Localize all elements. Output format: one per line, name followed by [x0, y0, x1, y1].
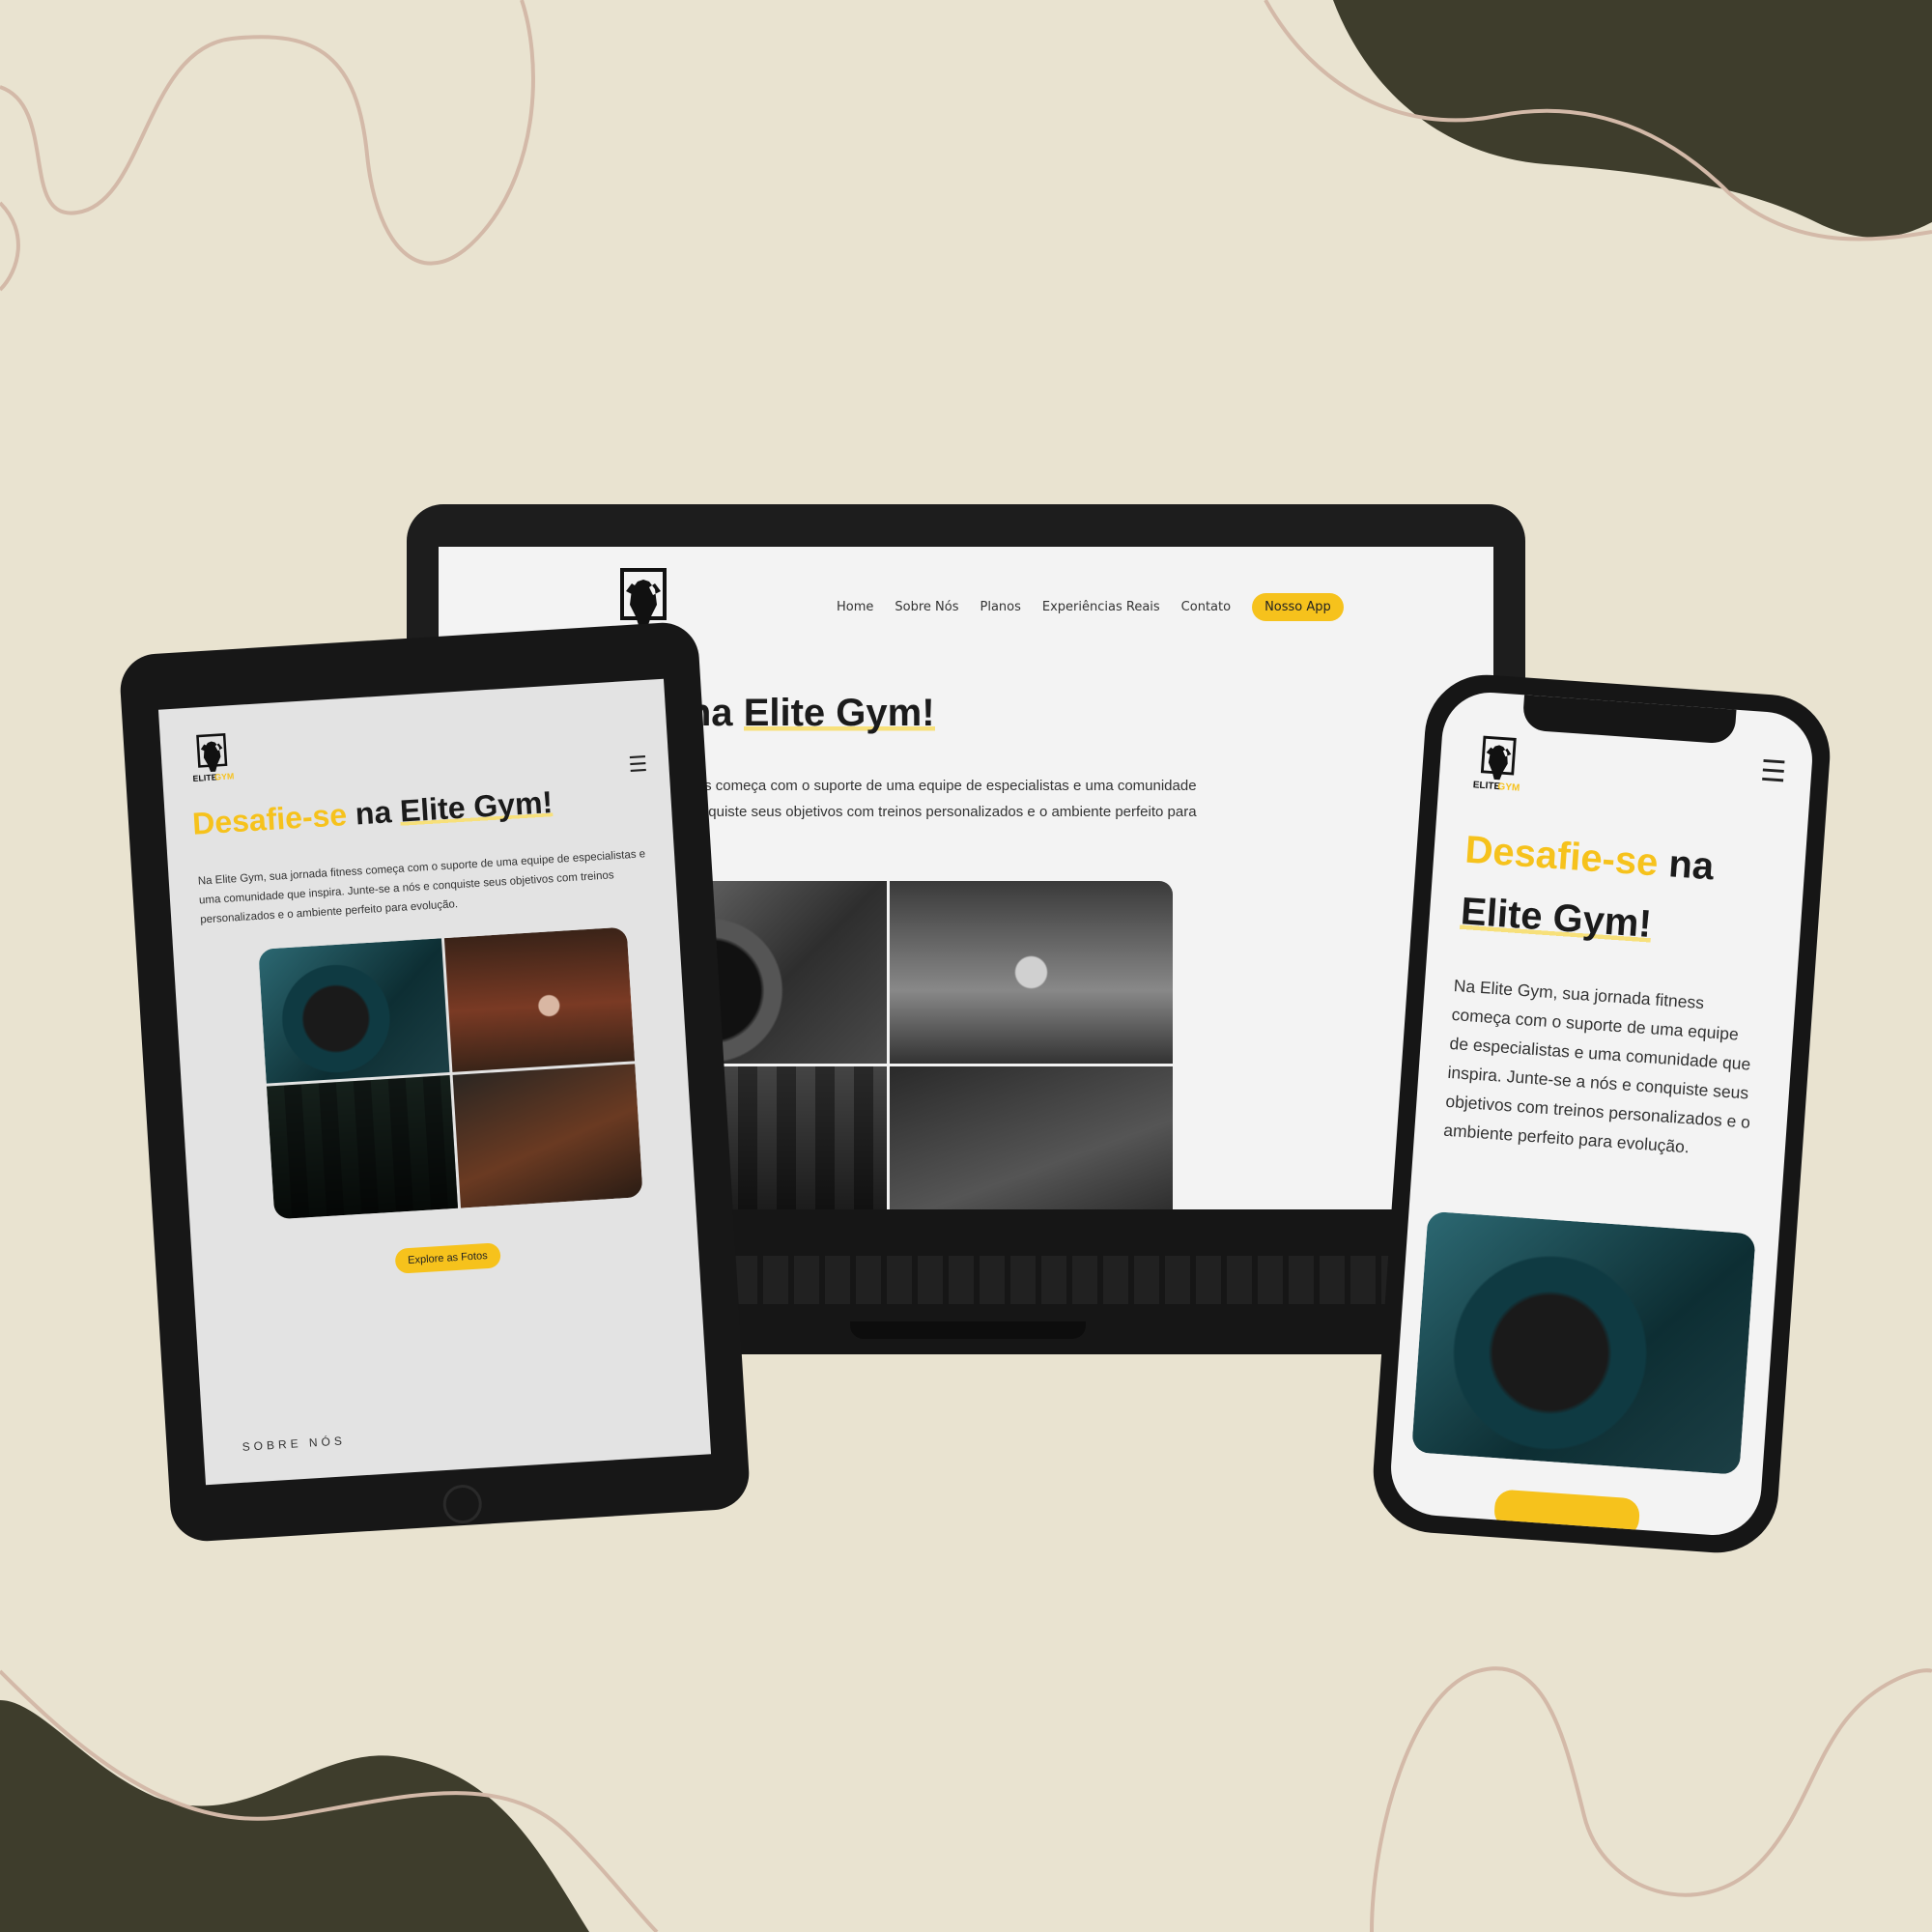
logo-word-gym: GYM: [214, 771, 235, 781]
logo-word-gym: GYM: [1497, 781, 1520, 794]
flexing-athlete-icon: [200, 741, 223, 773]
heading-rest: na: [354, 794, 393, 832]
nav-sobre-nos[interactable]: Sobre Nós: [895, 600, 958, 614]
phone-device: ELITE GYM ☰ Desafie-se na Elite Gym! Na …: [1369, 670, 1834, 1557]
flexing-athlete-icon: [626, 580, 661, 628]
section-label-sobre-nos: SOBRE NÓS: [242, 1434, 347, 1454]
squiggle-bottom-right: [1370, 1666, 1932, 1932]
main-nav: Home Sobre Nós Planos Experiências Reais…: [837, 593, 1344, 621]
gallery-photo-gym-floor[interactable]: [266, 1074, 458, 1220]
heading-underlined: Elite Gym!: [1459, 890, 1654, 947]
tablet-screen: ELITE GYM ☰ Desafie-se na Elite Gym! Na …: [157, 678, 712, 1486]
nav-contato[interactable]: Contato: [1181, 600, 1231, 614]
hero-photo-deadlift: [1411, 1210, 1756, 1475]
logo-word-elite: ELITE: [1472, 780, 1500, 792]
heading-underlined: Elite Gym!: [743, 692, 935, 734]
heading-underlined: Elite Gym!: [398, 784, 554, 829]
elite-gym-logo[interactable]: ELITE GYM: [188, 730, 235, 785]
hamburger-menu-icon[interactable]: ☰: [1759, 754, 1787, 790]
explore-photos-button[interactable]: Explore as Fotos: [394, 1242, 501, 1274]
nav-planos[interactable]: Planos: [980, 600, 1021, 614]
gallery-photo-gym-interior[interactable]: [889, 1065, 1173, 1209]
hamburger-menu-icon[interactable]: ☰: [628, 752, 648, 778]
gallery-photo-bike[interactable]: [443, 926, 636, 1072]
nav-experiencias[interactable]: Experiências Reais: [1042, 600, 1160, 614]
hero-paragraph: Na Elite Gym, sua jornada fitness começa…: [197, 848, 646, 926]
hero-paragraph: Na Elite Gym, sua jornada fitness começa…: [1442, 976, 1751, 1157]
heading-accent: Desafie-se: [1463, 828, 1660, 885]
nosso-app-button[interactable]: Nosso App: [1252, 593, 1344, 621]
heading-rest: na: [1666, 842, 1716, 889]
nav-home[interactable]: Home: [837, 600, 873, 614]
photo-gallery: [258, 926, 643, 1220]
tablet-device: ELITE GYM ☰ Desafie-se na Elite Gym! Na …: [118, 620, 752, 1544]
hero-heading: Desafie-se na Elite Gym!: [191, 784, 554, 842]
heading-accent: Desafie-se: [191, 797, 349, 841]
laptop-hinge-notch: [850, 1321, 1086, 1339]
elite-gym-logo[interactable]: ELITE GYM: [1471, 732, 1523, 795]
squiggle-top-left: [0, 0, 535, 292]
flexing-athlete-icon: [1486, 745, 1512, 781]
logo-word-elite: ELITE: [192, 772, 217, 783]
gallery-photo-deadlift[interactable]: [258, 938, 449, 1084]
gallery-photo-bike[interactable]: [889, 881, 1173, 1064]
hero-heading: Desafie-se na Elite Gym!: [1459, 819, 1785, 965]
phone-screen: ELITE GYM ☰ Desafie-se na Elite Gym! Na …: [1387, 689, 1816, 1539]
gallery-photo-gym-interior[interactable]: [452, 1063, 643, 1208]
